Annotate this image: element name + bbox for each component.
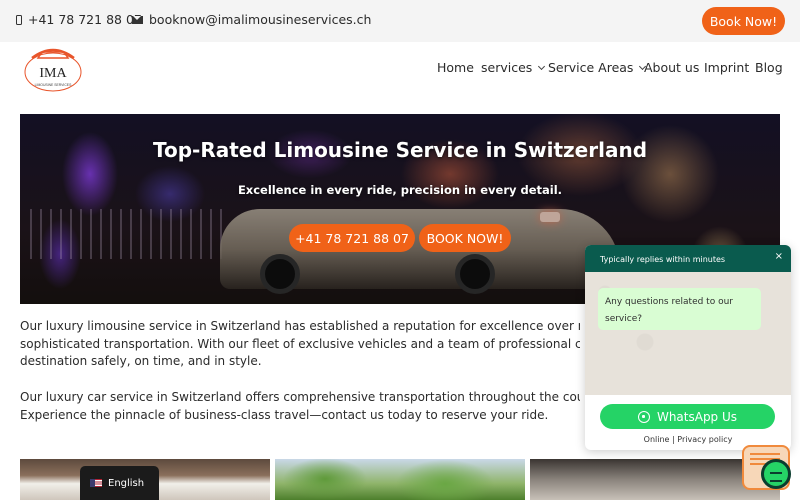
- intro-line: destination safely, on time, and in styl…: [20, 354, 262, 368]
- nav-service-areas-label[interactable]: Service Areas: [548, 60, 633, 75]
- nav-services-label[interactable]: services: [481, 60, 532, 75]
- whatsapp-launcher-icon: [761, 459, 791, 489]
- logo-mark: IMA LIMOUSINE SERVICES: [24, 48, 82, 92]
- whatsapp-icon: [637, 410, 650, 423]
- topbar-phone[interactable]: +41 78 721 88 07: [16, 12, 142, 27]
- book-now-button[interactable]: Book Now!: [702, 7, 785, 35]
- nav-home-label[interactable]: Home: [437, 60, 474, 75]
- hero-phone-button[interactable]: +41 78 721 88 07: [289, 224, 415, 252]
- intro-line: Our luxury limousine service in Switzerl…: [20, 319, 580, 333]
- nav-blog[interactable]: Blog: [755, 60, 783, 75]
- intro-paragraph: Our luxury limousine service in Switzerl…: [20, 318, 580, 371]
- hero-subtitle: Excellence in every ride, precision in e…: [237, 183, 563, 197]
- nav-imprint-label[interactable]: Imprint: [704, 60, 749, 75]
- topbar-email[interactable]: booknow@imalimousineservices.ch: [132, 12, 371, 27]
- intro-line: sophisticated transportation. With our f…: [20, 336, 580, 351]
- logo-subtext: LIMOUSINE SERVICES: [35, 83, 72, 87]
- whatsapp-us-label[interactable]: WhatsApp Us: [657, 410, 737, 424]
- nav-imprint[interactable]: Imprint: [704, 60, 749, 75]
- top-bar: +41 78 721 88 07 booknow@imalimousineser…: [0, 0, 800, 42]
- language-label[interactable]: English: [108, 478, 144, 489]
- nav-about-label[interactable]: About us: [644, 60, 699, 75]
- service-line: Experience the pinnacle of business-clas…: [20, 407, 549, 422]
- nav-service-areas[interactable]: Service Areas: [548, 60, 647, 75]
- language-switcher[interactable]: English: [80, 466, 159, 500]
- nav-about[interactable]: About us: [644, 60, 699, 75]
- us-flag-icon: [90, 479, 102, 487]
- nav-services[interactable]: services: [481, 60, 546, 75]
- topbar-email-text[interactable]: booknow@imalimousineservices.ch: [149, 12, 371, 27]
- hero-title: Top-Rated Limousine Service in Switzerla…: [152, 138, 648, 162]
- whatsapp-widget: Typically replies within minutes × Any q…: [585, 245, 791, 450]
- site-logo[interactable]: IMA LIMOUSINE SERVICES: [22, 46, 84, 94]
- whatsapp-footer-links: Online | Privacy policy: [585, 435, 791, 444]
- logo-text: IMA: [39, 66, 67, 81]
- phone-icon: [16, 14, 22, 25]
- close-icon[interactable]: ×: [775, 251, 783, 262]
- whatsapp-message-bubble: Any questions related to our service?: [598, 288, 761, 330]
- mail-icon: [132, 15, 143, 24]
- whatsapp-us-button[interactable]: WhatsApp Us: [600, 404, 775, 429]
- chevron-down-icon: [538, 62, 546, 71]
- whatsapp-chat-area: Any questions related to our service?: [585, 272, 791, 395]
- service-paragraph: Our luxury car service in Switzerland of…: [20, 389, 580, 424]
- whatsapp-header: Typically replies within minutes ×: [585, 245, 791, 272]
- nav-blog-label[interactable]: Blog: [755, 60, 783, 75]
- nav-home[interactable]: Home: [437, 60, 474, 75]
- service-line: Our luxury car service in Switzerland of…: [20, 390, 580, 404]
- chat-launcher-button[interactable]: [742, 445, 791, 490]
- whatsapp-separator: |: [672, 435, 675, 444]
- site-header: IMA LIMOUSINE SERVICES Home services Ser…: [0, 42, 800, 114]
- whatsapp-online-text: Online: [643, 435, 670, 444]
- whatsapp-status-text: Typically replies within minutes: [600, 255, 726, 264]
- topbar-phone-text[interactable]: +41 78 721 88 07: [28, 12, 142, 27]
- privacy-policy-link[interactable]: Privacy policy: [677, 435, 732, 444]
- hero-book-button[interactable]: BOOK NOW!: [419, 224, 511, 252]
- gallery-image-trees: [275, 459, 525, 500]
